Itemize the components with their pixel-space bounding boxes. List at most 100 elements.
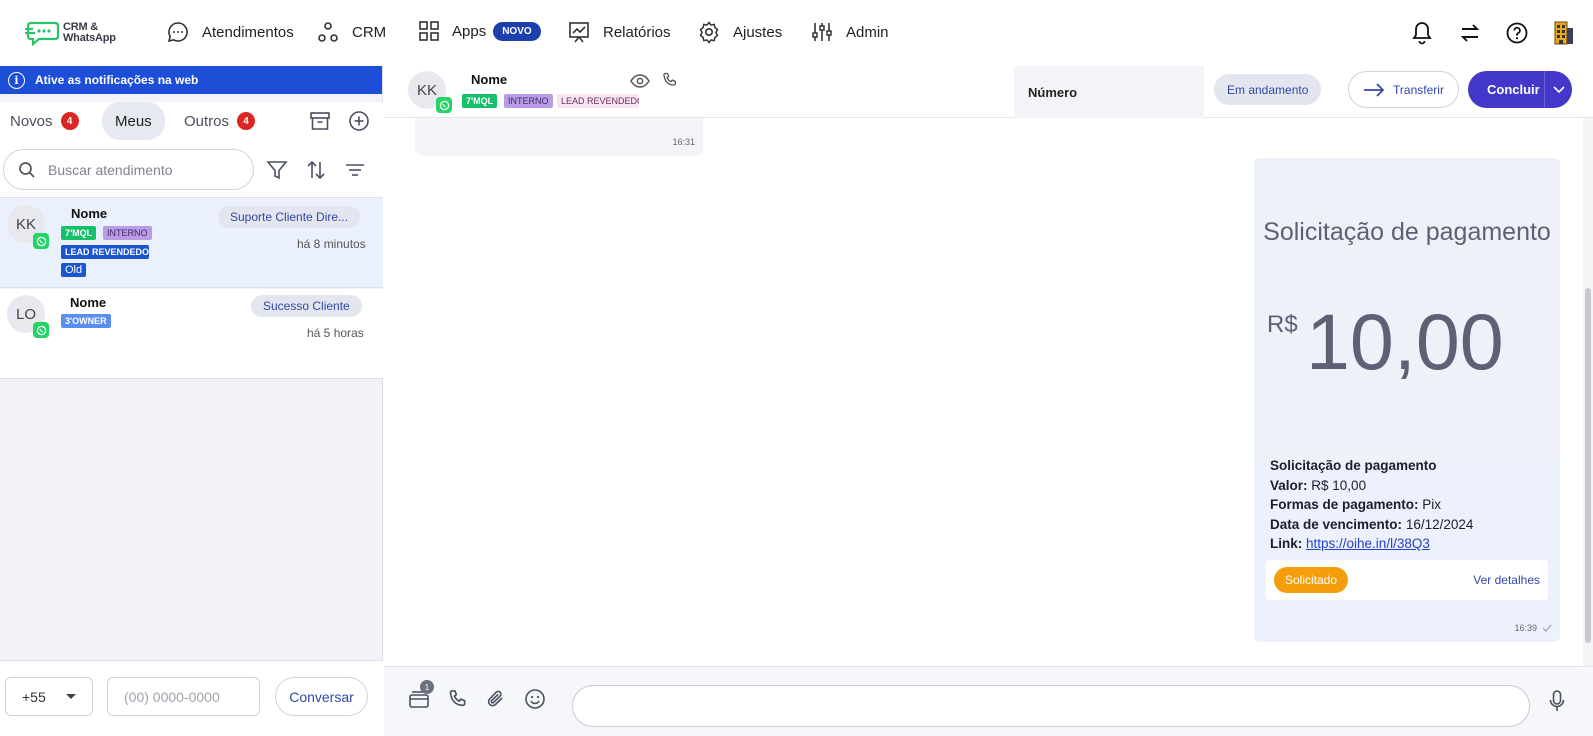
avatar-initials: KK [416,81,437,99]
country-code-value: +55 [22,688,46,705]
whatsapp-icon [33,233,49,249]
sort-button[interactable] [303,157,329,183]
country-code-select[interactable]: +55 [5,677,93,716]
notification-banner[interactable]: i Ative as notificações na web [0,66,382,94]
tag-label: 3'OWNER [61,314,111,328]
phone-icon [449,690,466,707]
building-icon [1554,21,1573,45]
attach-button[interactable] [483,686,509,712]
payment-status-card: Solicitado Ver detalhes [1266,560,1548,600]
gear-icon [699,21,719,44]
avatar-initials: KK [15,215,36,233]
help-icon [1506,22,1528,44]
notifications-button[interactable] [1409,20,1435,46]
conclude-button[interactable]: Concluir [1468,71,1572,108]
nav-crm[interactable]: CRM [316,20,386,44]
company-button[interactable] [1551,20,1577,46]
templates-count-badge: 1 [420,680,434,694]
microphone-icon [1549,690,1565,711]
payment-valor: R$ 10,00 [1311,477,1367,493]
help-button[interactable] [1504,20,1530,46]
message-time: 16:39 [1514,623,1537,633]
list-filter-button[interactable] [342,157,368,183]
payment-request-message: Solicitação de pagamento R$ 10,00 Solici… [1254,158,1560,642]
transfer-button[interactable]: Transferir [1348,71,1459,108]
conversation-tabs: Novos 4 Meus Outros 4 [0,102,383,144]
payment-link-label: Link: [1270,536,1303,552]
tab-outros-label: Outros [184,112,230,130]
paperclip-icon [487,690,503,707]
templates-button[interactable]: 1 [406,680,434,712]
filter-button[interactable] [264,157,290,183]
phone-number-input[interactable]: (00) 0000-0000 [107,677,260,716]
chevron-down-icon [1552,85,1565,93]
logo-chat-icon [25,21,59,46]
conclude-options-button[interactable] [1545,85,1572,94]
tab-novos[interactable]: Novos 4 [10,102,79,140]
message-meta: 16:39 [1514,623,1552,633]
scrollbar-thumb[interactable] [1585,288,1591,643]
status-badge[interactable]: Em andamento [1214,74,1322,105]
tab-outros[interactable]: Outros 4 [184,102,256,140]
call-button[interactable] [445,686,471,712]
start-conversation-button[interactable]: Conversar [275,677,368,716]
eye-icon [630,74,650,88]
nav-relatorios-label: Relatórios [603,23,671,41]
search-row: Buscar atendimento [0,144,383,198]
queue-badge: Sucesso Cliente [251,295,362,317]
filter-lines-icon [346,164,364,176]
payment-formas: Pix [1422,497,1442,513]
nav-ajustes[interactable]: Ajustes [697,20,782,44]
nav-admin[interactable]: Admin [810,20,889,44]
tag-label: INTERNO [504,94,553,108]
switch-account-button[interactable] [1457,20,1483,46]
report-chart-icon [569,22,589,43]
archive-icon [310,112,330,130]
call-button[interactable] [657,67,683,93]
sliders-icon [812,23,832,41]
nav-apps[interactable]: Apps NOVO [418,20,541,42]
record-audio-button[interactable] [1544,688,1570,714]
message-bubble: 16:31 [415,118,703,156]
crm-nodes-icon [318,22,338,42]
tab-novos-count: 4 [60,112,79,130]
nav-atendimentos[interactable]: Atendimentos [166,20,294,44]
view-contact-button[interactable] [627,68,653,94]
payment-image-amount: 10,00 [1306,297,1504,386]
payment-image-currency: R$ [1267,311,1298,338]
plus-circle-icon [349,111,369,131]
nav-crm-label: CRM [352,23,387,41]
tab-meus[interactable]: Meus [102,102,165,140]
chat-scrollbar[interactable] [1583,118,1593,666]
emoji-button[interactable] [522,686,548,712]
arrow-right-icon [1364,82,1385,97]
message-list[interactable]: 16:31 Solicitação de pagamento R$ 10,00 … [384,118,1583,666]
chat-header: KK Nome 7'MQL INTERNO LEAD REVENDEDOR Nú… [384,66,1593,118]
check-icon [1542,624,1552,632]
payment-link[interactable]: https://oihe.in/l/38Q3 [1306,536,1430,551]
sort-arrows-icon [307,160,325,180]
new-conversation-button[interactable] [346,108,372,134]
whatsapp-icon [436,97,452,113]
notification-banner-text: Ative as notificações na web [35,73,199,87]
contact-number-field: Número [1014,66,1204,118]
tab-outros-count: 4 [237,112,256,130]
phone-placeholder: (00) 0000-0000 [124,688,220,705]
conversation-item[interactable]: KK Nome 7'MQL INTERNO LEAD REVENDEDOR Ol… [0,199,383,288]
contact-name: Nome [471,72,508,87]
nav-relatorios[interactable]: Relatórios [567,20,671,44]
payment-due-label: Data de vencimento: [1270,516,1403,532]
transfer-arrows-icon [1460,24,1480,42]
archive-button[interactable] [307,108,333,134]
conversation-item[interactable]: LO Nome 3'OWNER Sucesso Cliente há 5 hor… [0,289,383,379]
queue-badge: Suporte Cliente Dire... [218,206,361,228]
search-placeholder: Buscar atendimento [48,161,173,178]
contact-name: Nome [70,295,107,310]
app-logo[interactable]: CRM & WhatsApp [25,20,116,46]
new-badge: NOVO [493,21,541,41]
conclude-label: Concluir [1487,82,1540,97]
message-input[interactable] [572,685,1530,727]
search-input[interactable]: Buscar atendimento [3,149,254,190]
payment-image[interactable]: Solicitação de pagamento R$ 10,00 [1254,158,1560,458]
view-details-link[interactable]: Ver detalhes [1473,573,1540,587]
